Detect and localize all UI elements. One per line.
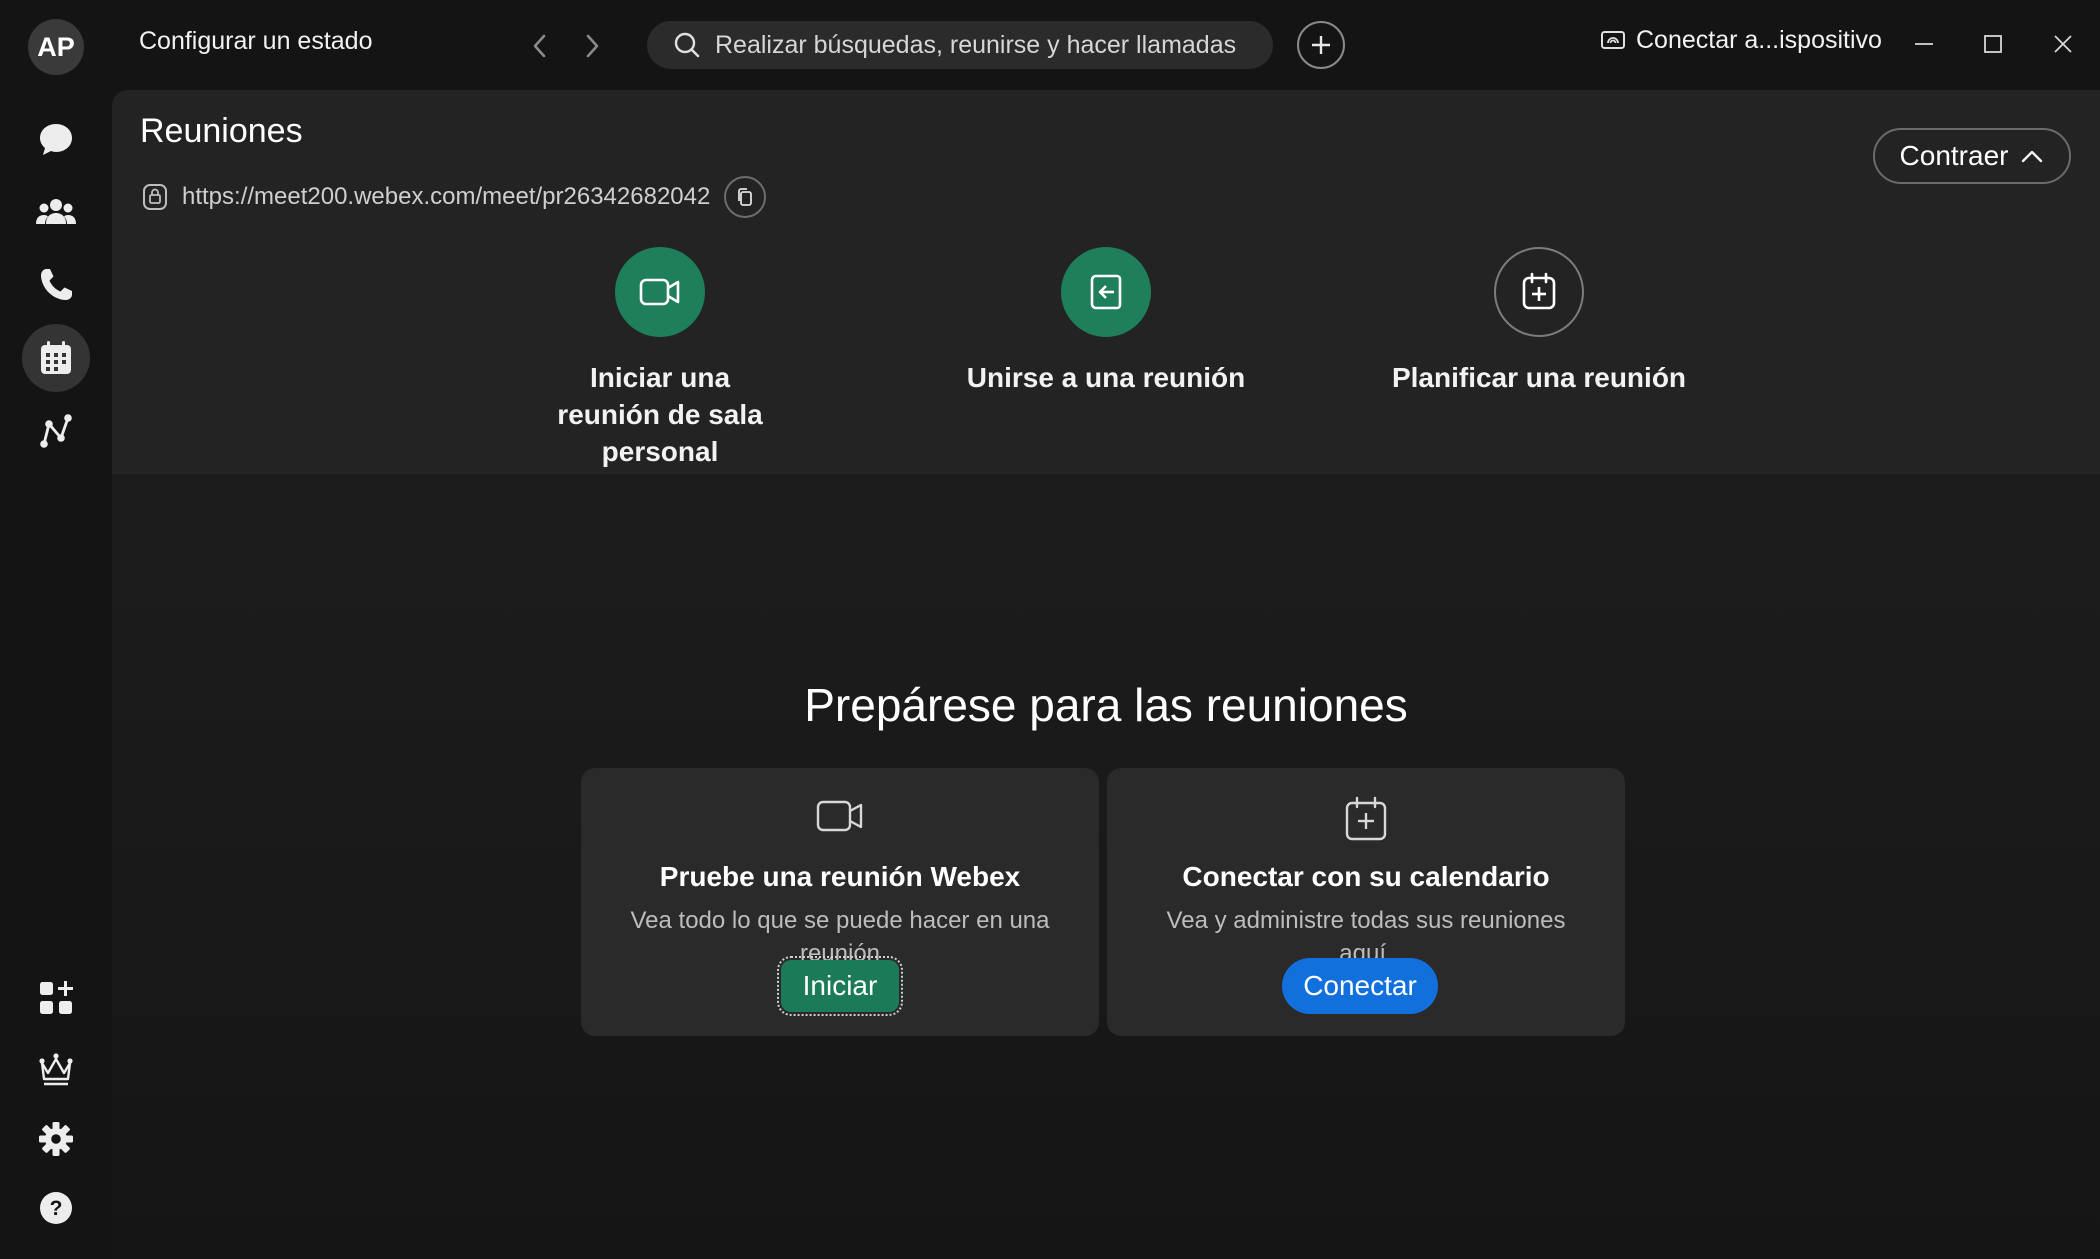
cast-icon (1601, 30, 1625, 49)
copy-url-button[interactable] (724, 176, 767, 218)
collapse-label: Contraer (1899, 140, 2009, 171)
sidebar-item-messages[interactable] (22, 105, 90, 173)
message-icon (40, 124, 72, 155)
sidebar-item-settings[interactable] (22, 1105, 90, 1173)
teams-icon (36, 199, 76, 224)
page-title: Reuniones (140, 112, 303, 150)
sidebar-item-workflows[interactable] (22, 397, 90, 465)
connect-calendar-button[interactable]: Conectar (1282, 958, 1438, 1014)
start-personal-room-action[interactable]: Iniciar una reunión de sala personal (480, 247, 840, 470)
join-meeting-button[interactable] (1061, 247, 1151, 337)
meetings-main: Reuniones https://meet200.webex.com/meet… (112, 90, 2100, 1259)
sidebar-item-help[interactable]: ? (22, 1174, 90, 1242)
plus-icon (1312, 36, 1330, 54)
back-arrow-icon[interactable] (526, 30, 554, 62)
start-meeting-label: Iniciar una reunión de sala personal (557, 362, 763, 467)
close-button[interactable] (2045, 26, 2081, 62)
close-icon (2054, 35, 2072, 53)
search-icon (673, 31, 701, 59)
maximize-icon (1984, 35, 2002, 53)
webex-window: AP Configurar un estado Realizar búsqued… (0, 0, 2100, 1259)
title-bar: AP Configurar un estado Realizar búsqued… (0, 0, 2100, 90)
search-placeholder: Realizar búsquedas, reunirse y hacer lla… (715, 30, 1237, 59)
meetings-header-panel: Reuniones https://meet200.webex.com/meet… (112, 90, 2100, 474)
connect-device-button[interactable]: Conectar a...ispositivo (1600, 26, 1882, 55)
sidebar: ? (0, 90, 112, 1259)
svg-text:?: ? (50, 1197, 63, 1220)
device-label: Conectar a...ispositivo (1636, 26, 1882, 54)
new-plus-button[interactable] (1297, 21, 1345, 69)
minimize-icon (1915, 43, 1933, 45)
sidebar-item-premium[interactable] (22, 1035, 90, 1103)
try-webex-card: Pruebe una reunión Webex Vea todo lo que… (581, 768, 1099, 1036)
try-webex-title: Pruebe una reunión Webex (659, 861, 1021, 892)
minimize-button[interactable] (1906, 26, 1942, 62)
sidebar-item-apps[interactable] (22, 964, 90, 1032)
sidebar-item-teams[interactable] (22, 178, 90, 246)
lock-badge-icon (143, 184, 167, 210)
collapse-button[interactable]: Contraer (1873, 128, 2071, 184)
join-icon (1090, 274, 1122, 310)
workflow-icon (40, 414, 72, 448)
sidebar-item-calls[interactable] (22, 251, 90, 319)
schedule-meeting-label: Planificar una reunión (1391, 362, 1687, 393)
calendar-add-icon (1522, 272, 1556, 310)
video-icon (639, 278, 680, 306)
video-icon (581, 796, 1099, 836)
connect-calendar-title: Conectar con su calendario (1182, 861, 1550, 892)
apps-icon (40, 981, 73, 1014)
calendar-icon (41, 341, 71, 374)
phone-icon (41, 269, 72, 300)
help-icon: ? (40, 1192, 72, 1224)
connect-calendar-card: Conectar con su calendario Vea y adminis… (1107, 768, 1625, 1036)
start-meeting-button[interactable] (615, 247, 705, 337)
join-meeting-label: Unirse a una reunión (966, 362, 1246, 393)
calendar-add-icon (1107, 796, 1625, 842)
personal-room-url[interactable]: https://meet200.webex.com/meet/pr2634268… (182, 183, 710, 211)
crown-icon (39, 1053, 73, 1086)
schedule-meeting-button[interactable] (1494, 247, 1584, 337)
chevron-up-icon (2022, 150, 2043, 163)
search-bar[interactable]: Realizar búsquedas, reunirse y hacer lla… (647, 21, 1273, 69)
maximize-button[interactable] (1975, 26, 2011, 62)
avatar[interactable]: AP (28, 19, 84, 75)
join-meeting-action[interactable]: Unirse a una reunión (926, 247, 1286, 396)
copy-icon (738, 188, 753, 206)
gear-icon (39, 1122, 73, 1156)
personal-room-row: https://meet200.webex.com/meet/pr2634268… (142, 176, 767, 218)
schedule-meeting-action[interactable]: Planificar una reunión (1359, 247, 1719, 396)
sidebar-item-meetings[interactable] (22, 324, 90, 392)
prepare-title: Prepárese para las reuniones (804, 679, 1408, 731)
set-status-link[interactable]: Configurar un estado (139, 27, 372, 56)
start-test-button[interactable]: Iniciar (777, 956, 903, 1016)
forward-arrow-icon[interactable] (578, 30, 606, 62)
